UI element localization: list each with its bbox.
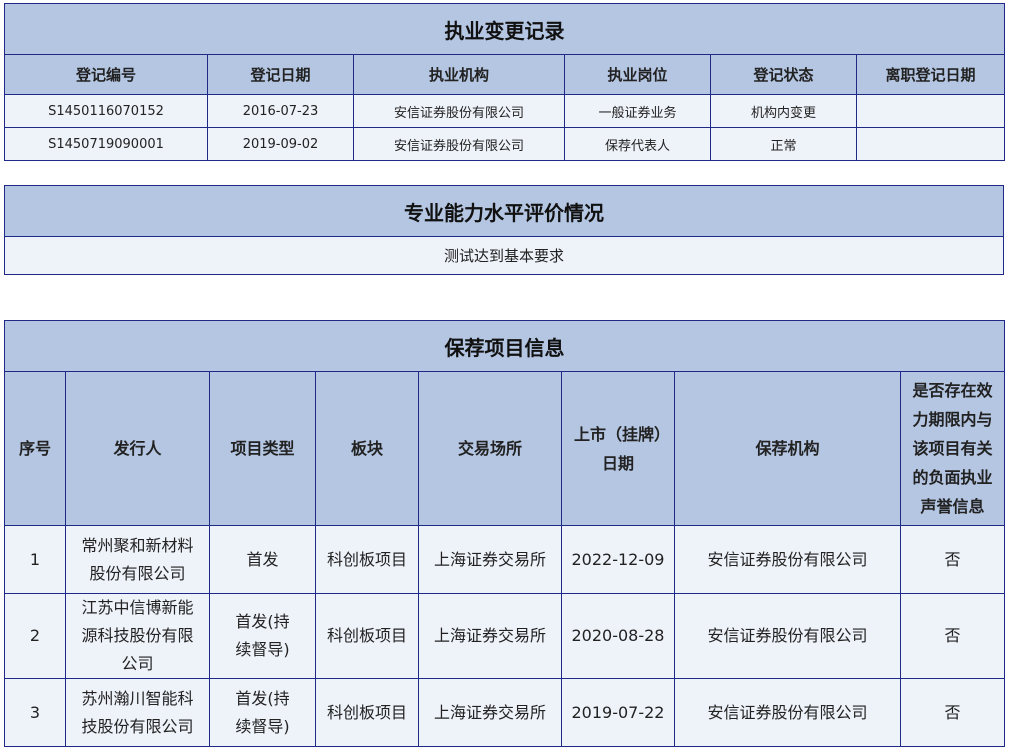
column-header-leave-date: 离职登记日期 [855,54,1006,95]
index-cell: 3 [4,678,66,747]
institution-cell: 安信证券股份有限公司 [353,94,565,128]
negative-info-cell: 否 [900,593,1005,679]
column-header-listing-date: 上市（挂牌）日期 [561,371,675,526]
reg-date-cell: 2019-09-02 [207,127,354,161]
practice-record-table: 执业变更记录 登记编号 登记日期 执业机构 执业岗位 登记状态 离职登记日期 S… [3,3,1006,161]
position-cell: 保荐代表人 [564,127,711,161]
table-row: 2 江苏中信博新能源科技股份有限公司 首发(持续督导) 科创板项目 上海证券交易… [4,593,1005,679]
reg-no-cell: S1450719090001 [4,127,208,161]
column-header-status: 登记状态 [710,54,857,95]
competence-title: 专业能力水平评价情况 [4,185,1004,237]
project-type-cell: 首发(持续督导) [209,678,316,747]
index-cell: 2 [4,593,66,679]
negative-info-cell: 否 [900,678,1005,747]
board-cell: 科创板项目 [315,525,419,594]
reg-date-cell: 2016-07-23 [207,94,354,128]
sponsor-cell: 安信证券股份有限公司 [674,525,901,594]
listing-date-cell: 2019-07-22 [561,678,675,747]
issuer-cell: 江苏中信博新能源科技股份有限公司 [65,593,210,679]
issuer-cell: 苏州瀚川智能科技股份有限公司 [65,678,210,747]
leave-date-cell [855,94,1006,128]
sponsor-projects-table: 保荐项目信息 序号 发行人 项目类型 板块 交易场所 上市（挂牌）日期 保荐机构… [4,320,1005,747]
table-row: 3 苏州瀚川智能科技股份有限公司 首发(持续督导) 科创板项目 上海证券交易所 … [4,678,1005,747]
sponsor-cell: 安信证券股份有限公司 [674,678,901,747]
column-header-project-type: 项目类型 [209,371,316,526]
column-header-sponsor: 保荐机构 [674,371,901,526]
column-header-index: 序号 [4,371,66,526]
board-cell: 科创板项目 [315,678,419,747]
table-row: S1450116070152 2016-07-23 安信证券股份有限公司 一般证… [4,94,1006,128]
index-cell: 1 [4,525,66,594]
project-type-cell: 首发(持续督导) [209,593,316,679]
table-row: S1450719090001 2019-09-02 安信证券股份有限公司 保荐代… [4,127,1006,161]
status-cell: 机构内变更 [710,94,857,128]
competence-result: 测试达到基本要求 [4,236,1004,275]
project-type-cell: 首发 [209,525,316,594]
institution-cell: 安信证券股份有限公司 [353,127,565,161]
column-header-issuer: 发行人 [65,371,210,526]
column-header-board: 板块 [315,371,419,526]
table-row: 1 常州聚和新材料股份有限公司 首发 科创板项目 上海证券交易所 2022-12… [4,525,1005,594]
position-cell: 一般证券业务 [564,94,711,128]
column-header-reg-no: 登记编号 [4,54,208,95]
sponsor-projects-title: 保荐项目信息 [4,320,1005,372]
column-header-institution: 执业机构 [353,54,565,95]
column-header-exchange: 交易场所 [418,371,562,526]
column-header-reg-date: 登记日期 [207,54,354,95]
column-header-negative-info: 是否存在效力期限内与该项目有关的负面执业声誉信息 [900,371,1005,526]
competence-table: 专业能力水平评价情况 测试达到基本要求 [4,185,1004,275]
sponsor-cell: 安信证券股份有限公司 [674,593,901,679]
negative-info-cell: 否 [900,525,1005,594]
board-cell: 科创板项目 [315,593,419,679]
column-header-position: 执业岗位 [564,54,711,95]
practice-record-title: 执业变更记录 [3,3,1006,55]
reg-no-cell: S1450116070152 [4,94,208,128]
leave-date-cell [855,127,1006,161]
listing-date-cell: 2020-08-28 [561,593,675,679]
exchange-cell: 上海证券交易所 [418,678,562,747]
issuer-cell: 常州聚和新材料股份有限公司 [65,525,210,594]
exchange-cell: 上海证券交易所 [418,593,562,679]
exchange-cell: 上海证券交易所 [418,525,562,594]
listing-date-cell: 2022-12-09 [561,525,675,594]
status-cell: 正常 [710,127,857,161]
